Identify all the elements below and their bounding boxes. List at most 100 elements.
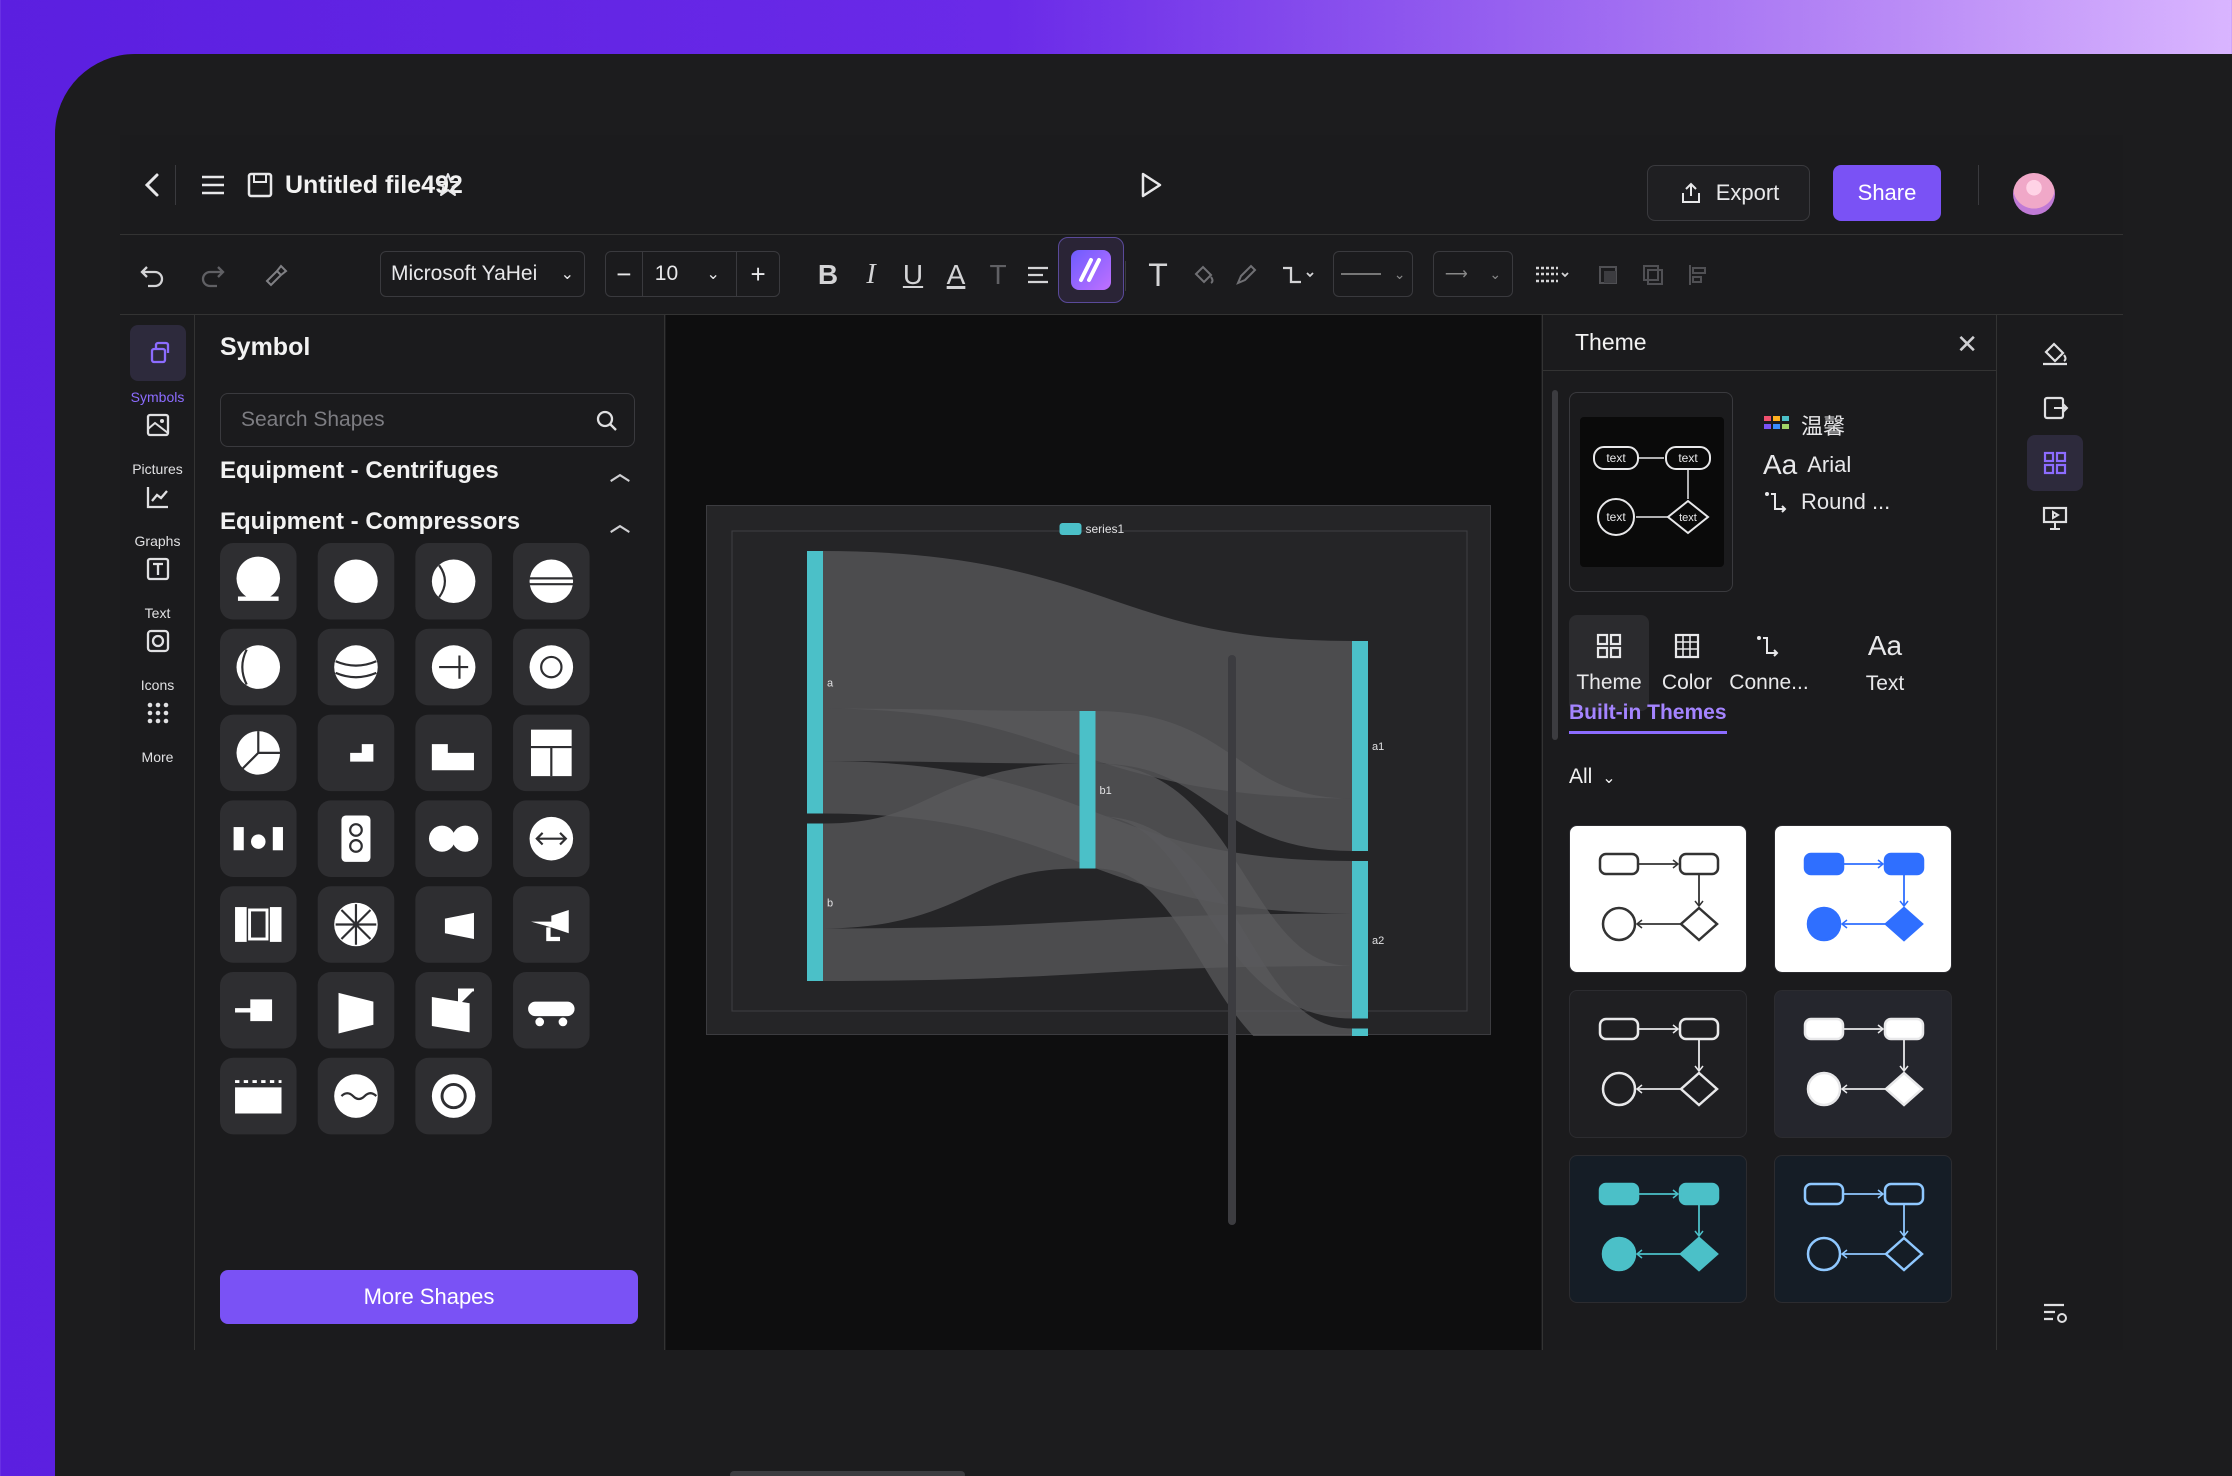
shape-tile[interactable]	[317, 972, 395, 1049]
shape-tile[interactable]	[220, 1057, 297, 1135]
theme-card[interactable]	[1774, 990, 1952, 1138]
sankey-diagram[interactable]: series1abb1a1a2c	[706, 505, 1491, 1081]
shape-tile[interactable]	[220, 628, 297, 706]
arrow-style-select[interactable]: ⟶ ⌄	[1433, 251, 1513, 297]
shape-tile[interactable]	[513, 714, 590, 792]
pen-icon[interactable]	[1228, 255, 1264, 295]
search-icon[interactable]	[594, 408, 620, 434]
text-tool-icon[interactable]: T	[1140, 255, 1176, 295]
sankey-link	[822, 708, 1080, 764]
theme-toggle-icon[interactable]	[2027, 435, 2083, 491]
line-weight-icon[interactable]	[1528, 255, 1578, 295]
align-objects-icon[interactable]	[1680, 255, 1716, 295]
rail-symbols[interactable]: Symbols	[120, 325, 195, 405]
shape-tile[interactable]	[415, 628, 492, 706]
redo-icon[interactable]	[193, 255, 233, 295]
vertical-scrollbar[interactable]	[1228, 655, 1236, 1225]
theme-card[interactable]	[1569, 1155, 1747, 1303]
rail-graphs[interactable]: Graphs	[120, 469, 195, 549]
shape-tile[interactable]	[513, 972, 590, 1049]
rail-text[interactable]: Text	[120, 541, 195, 621]
shape-tile[interactable]	[415, 1057, 492, 1135]
theme-card[interactable]	[1569, 990, 1747, 1138]
presentation-icon[interactable]	[2027, 490, 2083, 546]
shape-tile[interactable]	[220, 800, 297, 877]
avatar[interactable]	[2013, 173, 2055, 215]
rail-pictures[interactable]: Pictures	[120, 397, 195, 477]
theme-preview[interactable]: text text text text	[1569, 392, 1733, 592]
shape-tile[interactable]	[220, 543, 297, 620]
shape-tile[interactable]	[220, 714, 297, 792]
font-size-value[interactable]: 10	[643, 262, 707, 286]
shape-tile[interactable]	[513, 543, 590, 620]
canvas[interactable]: series1abb1a1a2c	[666, 315, 1541, 1350]
connector-icon[interactable]	[1275, 255, 1323, 295]
theme-card[interactable]	[1774, 825, 1952, 973]
rail-icons[interactable]: Icons	[120, 613, 195, 693]
italic-icon[interactable]: I	[853, 255, 889, 295]
shape-tile[interactable]	[317, 628, 395, 706]
close-icon[interactable]: ✕	[1956, 329, 1978, 360]
theme-card[interactable]	[1774, 1155, 1952, 1303]
underline-icon[interactable]: U	[895, 255, 931, 295]
search-placeholder: Search Shapes	[241, 408, 385, 431]
shape-tile[interactable]	[317, 800, 395, 877]
shape-tile[interactable]	[317, 714, 395, 792]
format-painter-icon[interactable]	[255, 255, 295, 295]
built-in-themes-label[interactable]: Built-in Themes	[1569, 701, 1727, 734]
bring-front-icon[interactable]	[1590, 255, 1626, 295]
play-icon[interactable]	[1135, 135, 1165, 235]
shape-tile[interactable]	[220, 886, 297, 963]
theme-card[interactable]	[1569, 825, 1747, 973]
shape-tile[interactable]	[415, 972, 492, 1049]
sankey-node-c	[1352, 1028, 1368, 1081]
search-input[interactable]: Search Shapes	[220, 393, 635, 447]
decrease-size-button[interactable]: −	[606, 259, 642, 290]
category-compressors[interactable]: Equipment - Compressors ︿	[220, 508, 635, 536]
ai-assistant-button[interactable]	[1058, 237, 1124, 303]
export-button[interactable]: Export	[1647, 165, 1810, 221]
horizontal-scrollbar[interactable]	[730, 1471, 965, 1476]
shape-tile[interactable]	[415, 800, 492, 877]
shape-tile[interactable]	[513, 628, 590, 706]
shape-tile[interactable]	[513, 886, 590, 963]
star-icon[interactable]	[433, 135, 463, 235]
line-style-select[interactable]: ⌄	[1333, 251, 1413, 297]
shape-tile[interactable]	[415, 714, 492, 792]
send-back-icon[interactable]	[1635, 255, 1671, 295]
align-icon[interactable]	[1020, 255, 1056, 295]
theme-panel-scrollbar[interactable]	[1552, 390, 1558, 740]
shape-tile[interactable]	[513, 800, 590, 877]
shape-tile[interactable]	[220, 972, 297, 1049]
shape-tile[interactable]	[415, 886, 492, 963]
palette-icon	[1764, 416, 1789, 429]
tab-connector[interactable]: Conne...	[1714, 615, 1824, 711]
font-color-icon[interactable]: A	[938, 255, 974, 295]
fill-icon[interactable]	[1185, 255, 1221, 295]
shape-tile[interactable]	[415, 543, 492, 620]
save-icon[interactable]	[245, 135, 275, 235]
shape-tile[interactable]	[317, 886, 395, 963]
text-strike-icon[interactable]: T	[980, 255, 1016, 295]
bold-icon[interactable]: B	[810, 255, 846, 295]
settings-list-icon[interactable]	[2027, 1285, 2083, 1341]
tab-theme[interactable]: Theme	[1569, 615, 1649, 711]
more-shapes-button[interactable]: More Shapes	[220, 1270, 638, 1324]
theme-filter-select[interactable]: All ⌄	[1569, 765, 1616, 789]
menu-icon[interactable]	[198, 135, 228, 235]
shape-icon	[430, 912, 474, 939]
shape-tile[interactable]	[317, 1057, 395, 1135]
back-icon[interactable]	[138, 135, 168, 235]
font-family-select[interactable]: Microsoft YaHei ⌄	[380, 251, 585, 297]
tab-text[interactable]: Aa Text	[1845, 615, 1925, 711]
rail-more[interactable]: More	[120, 685, 195, 765]
category-centrifuges[interactable]: Equipment - Centrifuges ︿	[220, 457, 635, 485]
font-size-stepper[interactable]: − 10 ⌄ +	[605, 251, 780, 297]
undo-icon[interactable]	[132, 255, 172, 295]
page-setup-icon[interactable]	[2027, 380, 2083, 436]
theme-preview-canvas: text text text text	[1580, 417, 1724, 567]
fill-style-icon[interactable]	[2027, 325, 2083, 381]
share-button[interactable]: Share	[1833, 165, 1941, 221]
shape-tile[interactable]	[317, 543, 395, 620]
increase-size-button[interactable]: +	[737, 259, 779, 290]
